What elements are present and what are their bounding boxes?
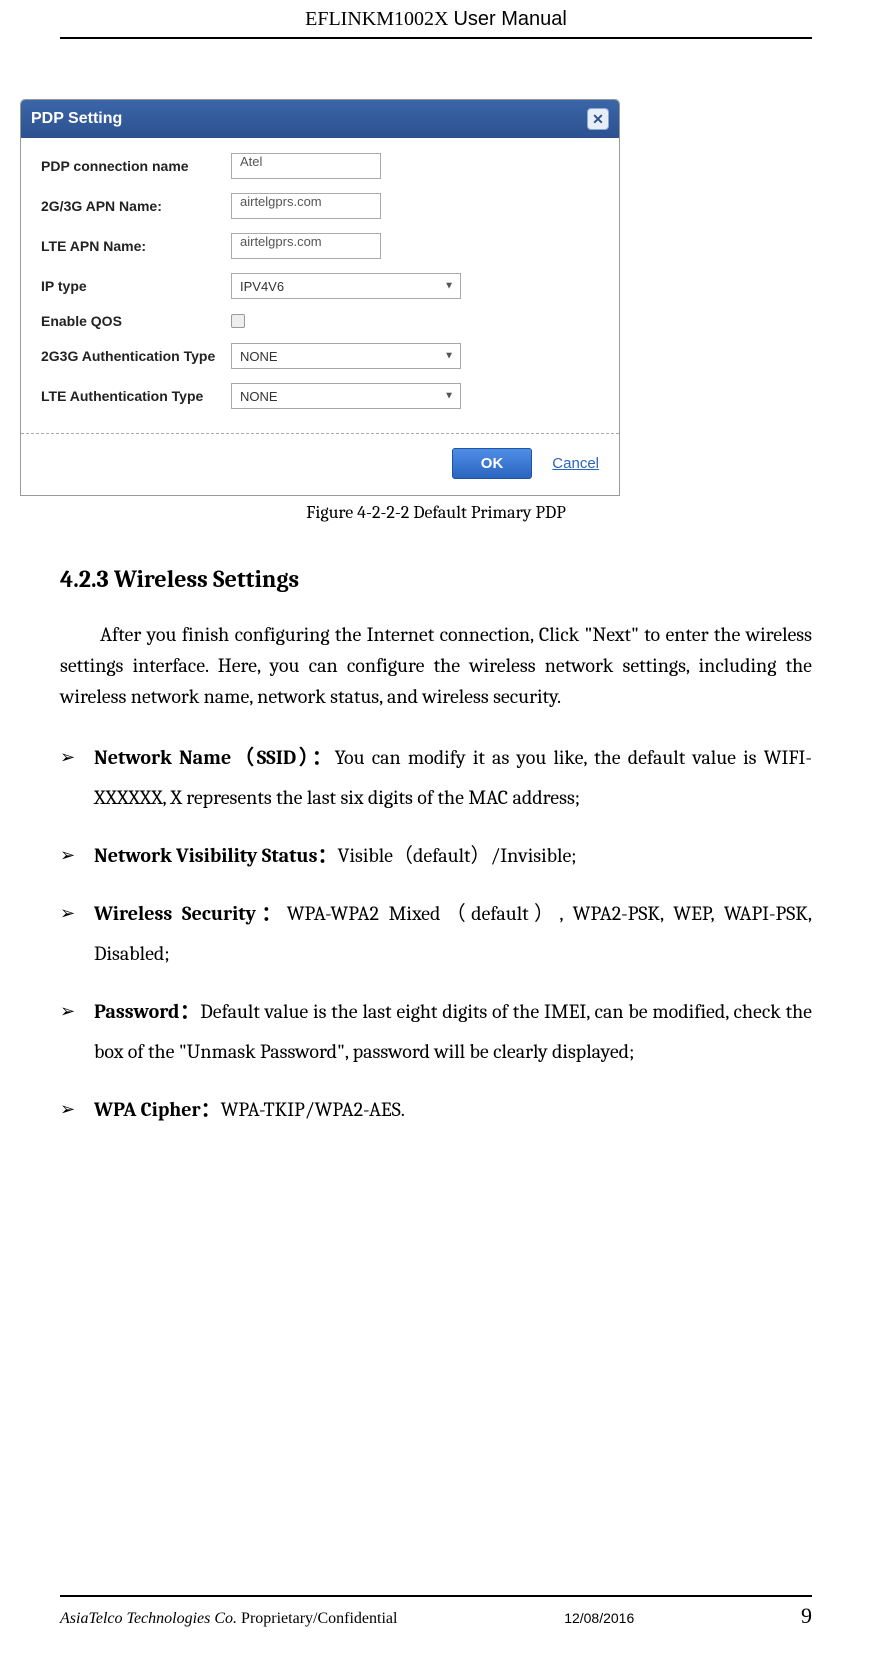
bullet-bold: Password： [94,1000,200,1023]
intro-paragraph: After you finish configuring the Interne… [60,619,812,712]
input-pdp-name[interactable]: Atel [231,153,381,179]
list-item: ➢ Network Visibility Status：Visible（defa… [60,836,812,876]
row-ip-type: IP type IPV4V6 ▼ [41,273,599,299]
checkbox-enable-qos[interactable] [231,314,245,328]
chevron-down-icon: ▼ [444,281,454,292]
footer-company: AsiaTelco Technologies Co. [60,1610,237,1627]
footer-date: 12/08/2016 [564,1610,634,1626]
row-pdp-name: PDP connection name Atel [41,153,599,179]
bullet-text: Wireless Security：WPA-WPA2 Mixed（default… [94,894,812,974]
pdp-setting-dialog: PDP Setting ✕ PDP connection name Atel 2… [20,99,620,496]
chevron-down-icon: ▼ [444,391,454,402]
dialog-footer: OK Cancel [21,434,619,495]
bullet-rest: Default value is the last eight digits o… [94,1000,812,1063]
bullet-bold: Wireless Security： [94,902,287,925]
footer-left: AsiaTelco Technologies Co. Proprietary/C… [60,1610,397,1628]
label-lte-auth: LTE Authentication Type [41,388,231,404]
ok-button[interactable]: OK [452,448,533,479]
row-2g3g-apn: 2G/3G APN Name: airtelgprs.com [41,193,599,219]
select-2g3g-auth[interactable]: NONE ▼ [231,343,461,369]
bullet-list: ➢ Network Name（SSID）：You can modify it a… [60,738,812,1130]
bullet-text: Network Name（SSID）：You can modify it as … [94,738,812,818]
footer-confidential: Proprietary/Confidential [237,1610,397,1627]
figure-wrap: PDP Setting ✕ PDP connection name Atel 2… [60,99,812,523]
list-item: ➢ Network Name（SSID）：You can modify it a… [60,738,812,818]
bullet-text: Network Visibility Status：Visible（defaul… [94,836,577,876]
dialog-body: PDP connection name Atel 2G/3G APN Name:… [21,138,619,434]
page-footer: AsiaTelco Technologies Co. Proprietary/C… [60,1595,812,1629]
row-2g3g-auth: 2G3G Authentication Type NONE ▼ [41,343,599,369]
figure-caption: Figure 4-2-2-2 Default Primary PDP [60,502,812,523]
close-icon[interactable]: ✕ [587,108,609,130]
select-ip-type-value: IPV4V6 [240,279,284,294]
bullet-text: WPA Cipher：WPA-TKIP/WPA2-AES. [94,1090,405,1130]
chevron-down-icon: ▼ [444,351,454,362]
row-lte-apn: LTE APN Name: airtelgprs.com [41,233,599,259]
cancel-link[interactable]: Cancel [552,455,599,472]
row-enable-qos: Enable QOS [41,313,599,329]
label-pdp-name: PDP connection name [41,158,231,174]
label-enable-qos: Enable QOS [41,313,231,329]
bullet-rest: WPA-TKIP/WPA2-AES. [221,1098,405,1121]
header-text: EFLINKM1002X User Manual [305,8,567,30]
row-lte-auth: LTE Authentication Type NONE ▼ [41,383,599,409]
bullet-bold: WPA Cipher： [94,1098,221,1121]
list-item: ➢ Password：Default value is the last eig… [60,992,812,1072]
bullet-marker-icon: ➢ [60,992,94,1072]
header-label: User Manual [453,8,566,30]
bullet-marker-icon: ➢ [60,738,94,818]
label-2g3g-apn: 2G/3G APN Name: [41,198,231,214]
bullet-bold: Network Name（SSID）： [94,746,335,769]
bullet-marker-icon: ➢ [60,894,94,974]
bullet-marker-icon: ➢ [60,836,94,876]
header-product: EFLINKM1002X [305,8,448,30]
select-lte-auth[interactable]: NONE ▼ [231,383,461,409]
bullet-bold: Network Visibility Status： [94,844,337,867]
footer-page-number: 9 [801,1603,812,1629]
select-2g3g-auth-value: NONE [240,349,278,364]
bullet-rest: Visible（default）/Invisible; [337,844,576,867]
select-lte-auth-value: NONE [240,389,278,404]
page-header: EFLINKM1002X User Manual [60,0,812,39]
input-lte-apn[interactable]: airtelgprs.com [231,233,381,259]
section-heading: 4.2.3 Wireless Settings [60,565,812,593]
label-ip-type: IP type [41,278,231,294]
input-2g3g-apn[interactable]: airtelgprs.com [231,193,381,219]
list-item: ➢ WPA Cipher：WPA-TKIP/WPA2-AES. [60,1090,812,1130]
label-2g3g-auth: 2G3G Authentication Type [41,348,231,364]
bullet-text: Password：Default value is the last eight… [94,992,812,1072]
dialog-title: PDP Setting [31,110,122,128]
label-lte-apn: LTE APN Name: [41,238,231,254]
bullet-marker-icon: ➢ [60,1090,94,1130]
list-item: ➢ Wireless Security：WPA-WPA2 Mixed（defau… [60,894,812,974]
select-ip-type[interactable]: IPV4V6 ▼ [231,273,461,299]
dialog-titlebar: PDP Setting ✕ [21,100,619,138]
